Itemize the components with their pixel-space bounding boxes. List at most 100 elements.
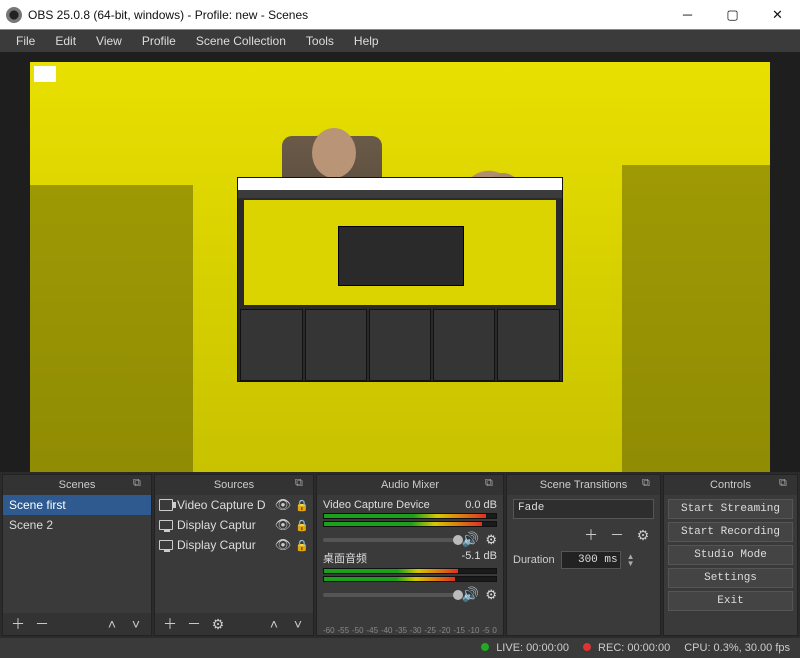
- window-title: OBS 25.0.8 (64-bit, windows) - Profile: …: [28, 8, 665, 22]
- transition-select[interactable]: Fade: [513, 499, 654, 519]
- source-lock-toggle[interactable]: 🔒: [295, 539, 309, 552]
- channel-settings-button[interactable]: ⚙: [485, 532, 497, 548]
- source-remove-button[interactable]: －: [183, 614, 205, 634]
- transition-add-button[interactable]: ＋: [580, 525, 602, 545]
- channel-mute-button[interactable]: 🔊: [462, 586, 479, 603]
- source-label: Display Captur: [177, 538, 271, 552]
- channel-name: Video Capture Device: [323, 499, 430, 511]
- program-preview[interactable]: [30, 62, 770, 472]
- menu-bar: FileEditViewProfileScene CollectionTools…: [0, 30, 800, 52]
- source-type-icon: [159, 520, 173, 530]
- source-visibility-toggle[interactable]: 👁: [275, 517, 292, 533]
- maximize-button[interactable]: ▢: [710, 0, 755, 30]
- source-lock-toggle[interactable]: 🔒: [295, 499, 309, 512]
- source-add-button[interactable]: ＋: [159, 614, 181, 634]
- channel-settings-button[interactable]: ⚙: [485, 587, 497, 603]
- bottom-panels: Scenes ⧉ Scene firstScene 2 ＋ － ˄ ˅ Sour…: [0, 472, 800, 638]
- controls-title: Controls: [710, 479, 751, 491]
- mixer-header: Audio Mixer ⧉: [317, 475, 503, 495]
- menu-tools[interactable]: Tools: [298, 32, 342, 50]
- source-label: Video Capture D: [177, 498, 271, 512]
- window-titlebar: OBS 25.0.8 (64-bit, windows) - Profile: …: [0, 0, 800, 30]
- mixer-popout-icon[interactable]: ⧉: [485, 477, 499, 491]
- rec-indicator-icon: [583, 643, 591, 651]
- sources-title: Sources: [214, 479, 254, 491]
- scene-move-down-button[interactable]: ˅: [125, 614, 147, 634]
- start-streaming-button[interactable]: Start Streaming: [668, 499, 793, 519]
- status-bar: LIVE: 00:00:00 REC: 00:00:00 CPU: 0.3%, …: [0, 638, 800, 658]
- source-visibility-toggle[interactable]: 👁: [275, 497, 292, 513]
- transition-properties-button[interactable]: ⚙: [632, 525, 654, 545]
- channel-meter: [323, 513, 497, 519]
- channel-volume-slider[interactable]: [323, 538, 456, 542]
- exit-button[interactable]: Exit: [668, 591, 793, 611]
- controls-popout-icon[interactable]: ⧉: [779, 477, 793, 491]
- sources-header: Sources ⧉: [155, 475, 313, 495]
- channel-name: 桌面音频: [323, 550, 367, 566]
- scene-add-button[interactable]: ＋: [7, 614, 29, 634]
- minimize-button[interactable]: ─: [665, 0, 710, 30]
- mixer-title: Audio Mixer: [381, 479, 439, 491]
- studio-mode-button[interactable]: Studio Mode: [668, 545, 793, 565]
- channel-mute-button[interactable]: 🔊: [462, 531, 479, 548]
- source-type-icon: [159, 499, 173, 511]
- live-indicator-icon: [481, 643, 489, 651]
- menu-scene-collection[interactable]: Scene Collection: [188, 32, 294, 50]
- close-button[interactable]: ✕: [755, 0, 800, 30]
- settings-button[interactable]: Settings: [668, 568, 793, 588]
- scenes-list[interactable]: Scene firstScene 2: [3, 495, 151, 613]
- sources-list[interactable]: Video Capture D👁🔒Display Captur👁🔒Display…: [155, 495, 313, 613]
- mixer-body: Video Capture Device 0.0 dB 🔊 ⚙ 桌面音频 -5.1 dB 🔊…: [317, 495, 503, 626]
- channel-db: -5.1 dB: [462, 550, 497, 566]
- transitions-header: Scene Transitions ⧉: [507, 475, 660, 495]
- menu-file[interactable]: File: [8, 32, 43, 50]
- scenes-toolbar: ＋ － ˄ ˅: [3, 613, 151, 635]
- transition-duration-input[interactable]: [561, 551, 621, 569]
- transitions-popout-icon[interactable]: ⧉: [642, 477, 656, 491]
- sources-toolbar: ＋ － ⚙ ˄ ˅: [155, 613, 313, 635]
- channel-meter: [323, 576, 497, 582]
- preview-recursive-window: [237, 177, 563, 382]
- source-move-up-button[interactable]: ˄: [263, 614, 285, 634]
- transitions-title: Scene Transitions: [540, 479, 627, 491]
- preview-area: [0, 52, 800, 472]
- preview-tag: [34, 66, 56, 82]
- controls-body: Start Streaming Start Recording Studio Mod…: [664, 495, 797, 635]
- sources-popout-icon[interactable]: ⧉: [295, 477, 309, 491]
- scene-remove-button[interactable]: －: [31, 614, 53, 634]
- preview-building-left: [30, 185, 193, 472]
- scene-item[interactable]: Scene first: [3, 495, 151, 515]
- status-live: LIVE: 00:00:00: [481, 642, 569, 654]
- scene-item[interactable]: Scene 2: [3, 515, 151, 535]
- source-type-icon: [159, 540, 173, 550]
- source-item[interactable]: Video Capture D 👁🔒: [155, 495, 313, 515]
- source-visibility-toggle[interactable]: 👁: [275, 537, 292, 553]
- status-cpu: CPU: 0.3%, 30.00 fps: [684, 642, 790, 654]
- preview-building-right: [622, 165, 770, 473]
- transition-remove-button[interactable]: －: [606, 525, 628, 545]
- duration-spinner[interactable]: ▲▼: [627, 553, 635, 567]
- source-lock-toggle[interactable]: 🔒: [295, 519, 309, 532]
- sources-panel: Sources ⧉ Video Capture D👁🔒Display Captu…: [154, 474, 314, 636]
- channel-meter: [323, 521, 497, 527]
- scenes-panel: Scenes ⧉ Scene firstScene 2 ＋ － ˄ ˅: [2, 474, 152, 636]
- source-move-down-button[interactable]: ˅: [287, 614, 309, 634]
- source-properties-button[interactable]: ⚙: [207, 614, 229, 634]
- status-rec: REC: 00:00:00: [583, 642, 670, 654]
- transitions-panel: Scene Transitions ⧉ Fade ＋ － ⚙ Duration …: [506, 474, 661, 636]
- menu-profile[interactable]: Profile: [134, 32, 184, 50]
- start-recording-button[interactable]: Start Recording: [668, 522, 793, 542]
- transitions-body: Fade ＋ － ⚙ Duration ▲▼: [507, 495, 660, 635]
- menu-view[interactable]: View: [88, 32, 130, 50]
- menu-edit[interactable]: Edit: [47, 32, 84, 50]
- menu-help[interactable]: Help: [346, 32, 387, 50]
- scenes-title: Scenes: [59, 479, 96, 491]
- scene-move-up-button[interactable]: ˄: [101, 614, 123, 634]
- source-item[interactable]: Display Captur 👁🔒: [155, 535, 313, 555]
- scenes-header: Scenes ⧉: [3, 475, 151, 495]
- source-item[interactable]: Display Captur👁🔒: [155, 515, 313, 535]
- scenes-popout-icon[interactable]: ⧉: [133, 477, 147, 491]
- channel-db: 0.0 dB: [465, 499, 497, 511]
- channel-volume-slider[interactable]: [323, 593, 456, 597]
- channel-meter: [323, 568, 497, 574]
